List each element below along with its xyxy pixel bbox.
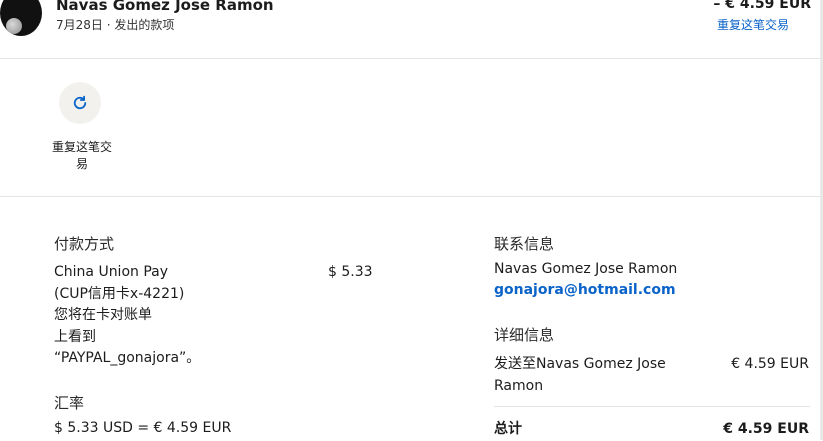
payment-method-line: “PAYPAL_gonajora”。 (54, 350, 201, 366)
repeat-label-line: 易 (75, 157, 88, 171)
contact-info-title: 联系信息 (494, 235, 555, 253)
transaction-date-type: 7月28日 · 发出的款项 (56, 18, 175, 32)
moon-image (6, 18, 22, 34)
transaction-amount: – € 4.59 EUR (713, 0, 811, 12)
sent-to-line: Ramon (494, 377, 544, 394)
contact-name: Navas Gomez Jose Ramon (494, 261, 678, 277)
payment-method-line: (CUP信用卡x-4221) (54, 285, 185, 302)
refresh-icon (73, 95, 87, 110)
payment-method-line: 您将在卡对账单 (54, 307, 152, 323)
contact-email-link[interactable]: gonajora@hotmail.com (494, 282, 676, 298)
payment-method-title: 付款方式 (54, 235, 115, 253)
divider (0, 196, 823, 197)
repeat-transaction-link[interactable]: 重复这笔交易 (717, 16, 789, 33)
payment-amount: $ 5.33 (328, 264, 373, 280)
details-title: 详细信息 (494, 326, 555, 344)
sent-to-line: 发送至Navas Gomez Jose (494, 356, 666, 372)
payment-method-details: China Union Pay (CUP信用卡x-4221) 您将在卡对账单 上… (54, 262, 200, 370)
exchange-rate-title: 汇率 (54, 394, 85, 412)
avatar (0, 0, 42, 36)
payment-method-line: 上看到 (54, 328, 96, 345)
repeat-label-line: 重复这笔交 (51, 140, 112, 154)
recipient-name: Navas Gomez Jose Ramon (56, 0, 274, 14)
sent-to-text: 发送至Navas Gomez Jose Ramon (494, 354, 666, 397)
repeat-transaction-button[interactable] (59, 82, 101, 124)
exchange-rate-value: $ 5.33 USD = € 4.59 EUR (54, 420, 232, 436)
total-label: 总计 (494, 421, 522, 437)
sent-amount: € 4.59 EUR (731, 356, 809, 372)
divider (494, 406, 810, 407)
total-amount: € 4.59 EUR (723, 421, 809, 437)
repeat-transaction-label[interactable]: 重复这笔交 易 (48, 139, 116, 173)
payment-method-line: China Union Pay (54, 264, 169, 280)
divider (0, 58, 823, 59)
